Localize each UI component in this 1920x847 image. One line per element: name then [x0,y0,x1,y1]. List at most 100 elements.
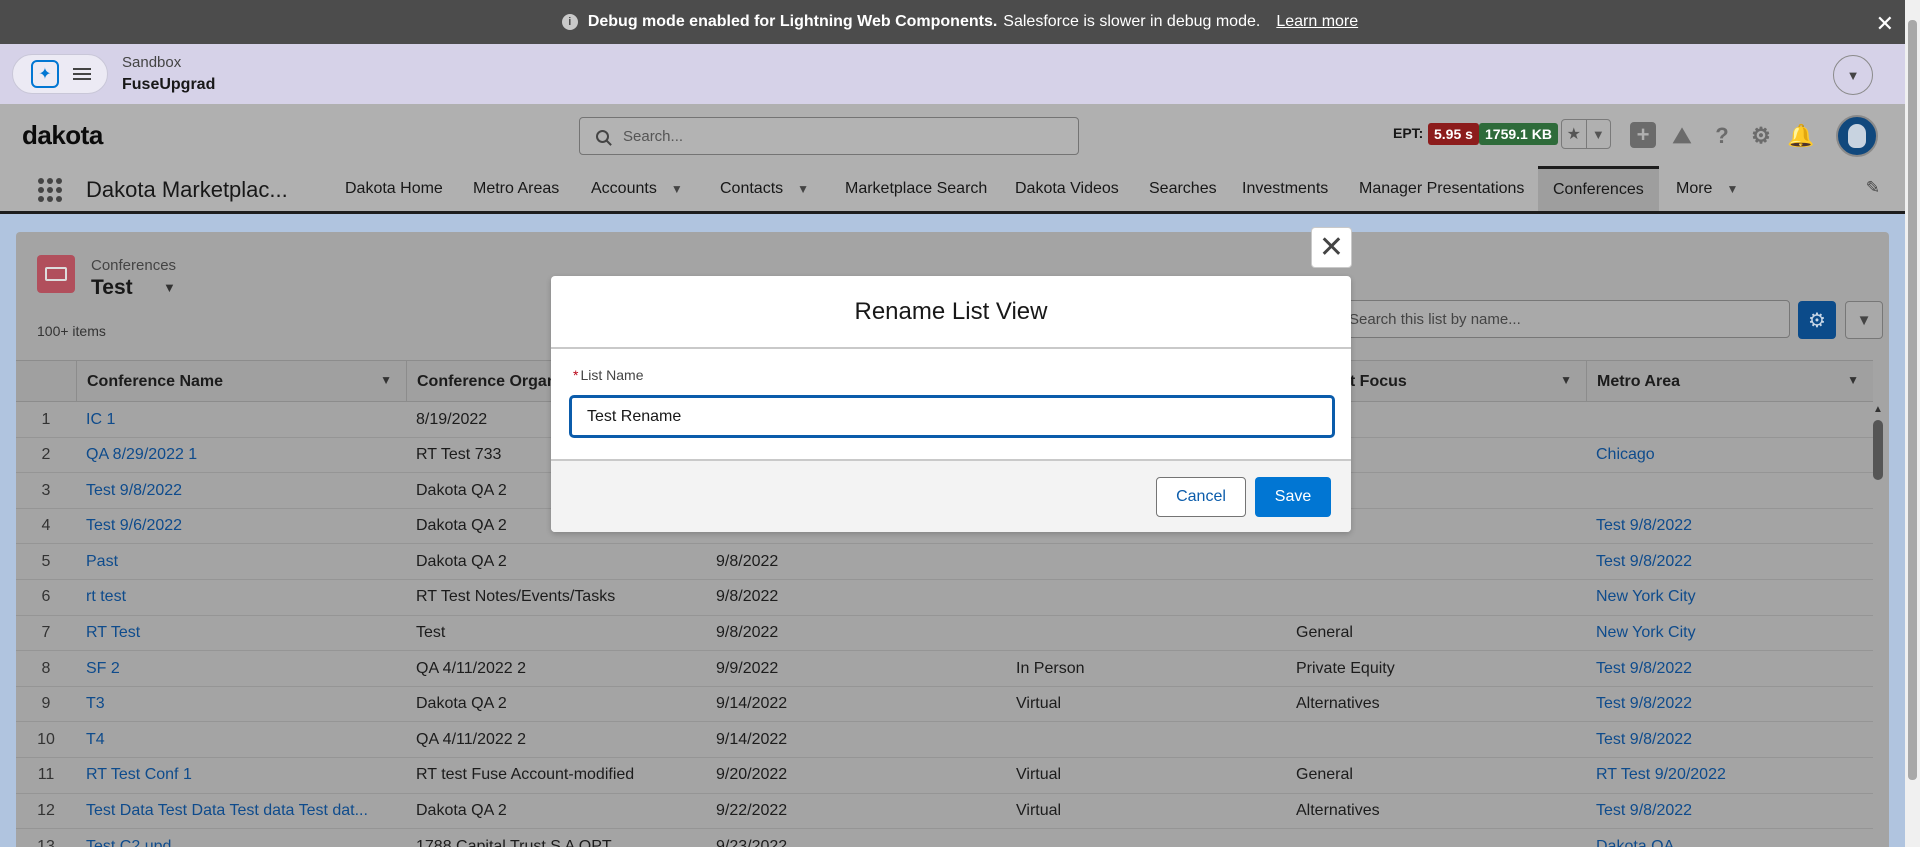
filter-button[interactable]: ▼ [1845,301,1883,339]
conference-date: 9/9/2022 [716,659,779,677]
conference-organizer: RT Test Notes/Events/Tasks [416,588,616,606]
close-icon: ✕ [1318,231,1345,264]
close-icon[interactable]: ✕ [1876,11,1894,37]
investment-focus: General [1296,624,1353,642]
star-icon[interactable]: ★ [1562,120,1587,148]
pencil-icon[interactable]: ✎ [1866,178,1880,198]
chevron-down-icon[interactable]: ▼ [1847,373,1859,387]
conference-name-link[interactable]: Test 9/8/2022 [86,473,396,508]
nav-item-searches[interactable]: Searches [1149,166,1217,211]
nav-item-label: Accounts [591,179,657,197]
chevron-down-icon[interactable]: ▼ [1587,120,1611,148]
nav-item-label: More [1676,179,1713,197]
conference-name-link[interactable]: Test 9/6/2022 [86,509,396,544]
nav-item-conferences[interactable]: Conferences [1538,166,1659,211]
metro-area-link[interactable]: RT Test 9/20/2022 [1596,758,1866,793]
favorites-group[interactable]: ★ ▼ [1561,119,1611,149]
conference-name-link[interactable]: Test Data Test Data Test data Test dat..… [86,794,396,829]
conference-name-link[interactable]: SF 2 [86,651,396,686]
nav-item-more[interactable]: More ▼ [1676,166,1738,211]
metro-area-link[interactable]: Test 9/8/2022 [1596,687,1866,722]
app-name: Dakota Marketplac... [86,177,288,202]
metro-area-link[interactable]: New York City [1596,580,1866,615]
metro-area-link[interactable]: Test 9/8/2022 [1596,722,1866,757]
list-search-input[interactable]: Search this list by name... [1328,300,1790,338]
bell-icon[interactable]: 🔔 [1787,122,1815,150]
nav-item-label: Manager Presentations [1359,179,1525,197]
conference-name-link[interactable]: rt test [86,580,396,615]
app-launcher-button[interactable]: ✦ [12,54,108,94]
conference-organizer: RT test Fuse Account-modified [416,766,635,784]
list-search-placeholder: Search this list by name... [1349,310,1521,328]
conference-name-link[interactable]: RT Test [86,616,396,651]
chevron-down-icon[interactable]: ▼ [671,182,683,196]
metro-area-link[interactable] [1596,473,1866,508]
table-row: 6 rt test RT Test Notes/Events/Tasks 9/8/20… [16,580,1873,616]
nav-item-dakota-home[interactable]: Dakota Home [345,166,443,211]
nav-item-label: Dakota Videos [1015,179,1119,197]
scrollbar-thumb[interactable] [1873,420,1883,480]
modal-close-button[interactable]: ✕ [1311,227,1352,268]
conference-name-link[interactable]: T4 [86,722,396,757]
gear-icon[interactable]: ⚙ [1747,122,1775,150]
conference-type: Virtual [1016,766,1062,784]
metro-area-link[interactable]: Test 9/8/2022 [1596,509,1866,544]
nav-item-investments[interactable]: Investments [1242,166,1328,211]
investment-focus [1296,722,1576,757]
chevron-down-icon[interactable]: ▼ [1560,373,1572,387]
list-settings-button[interactable]: ⚙ [1798,301,1836,339]
conference-name-link[interactable]: RT Test Conf 1 [86,758,396,793]
conference-name-link[interactable]: T3 [86,687,396,722]
metro-area-link[interactable] [1596,402,1866,437]
chevron-down-icon[interactable]: ▼ [163,280,176,295]
nav-item-dakota-videos[interactable]: Dakota Videos [1015,166,1119,211]
investment-focus: Alternatives [1296,695,1380,713]
scrollbar-thumb[interactable] [1908,20,1917,780]
learn-more-link[interactable]: Learn more [1276,13,1358,31]
metro-area-link[interactable]: Chicago [1596,438,1866,473]
chevron-down-icon[interactable]: ▼ [1833,55,1873,95]
hamburger-icon [73,65,91,83]
metro-area-link[interactable]: Dakota QA [1596,829,1866,847]
nav-item-accounts[interactable]: Accounts ▼ [591,166,683,211]
help-icon[interactable]: ? [1708,122,1736,150]
conference-name-link[interactable]: IC 1 [86,402,396,437]
sandbox-org-name: FuseUpgrad [122,76,216,93]
nav-item-label: Investments [1242,179,1329,197]
metro-area-link[interactable]: Test 9/8/2022 [1596,794,1866,829]
global-search-input[interactable]: Search... [579,117,1079,155]
list-name-input[interactable] [570,396,1334,437]
app-launcher-icon[interactable] [38,178,62,202]
modal-title: Rename List View [551,276,1351,349]
metro-area-link[interactable]: Test 9/8/2022 [1596,651,1866,686]
save-button[interactable]: Save [1255,477,1331,517]
chevron-down-icon[interactable]: ▼ [1726,182,1738,196]
table-row: 5 Past Dakota QA 2 9/8/2022 Test 9/8/2022 [16,544,1873,580]
table-scrollbar[interactable]: ▲ [1873,404,1883,844]
metro-area-link[interactable]: New York City [1596,616,1866,651]
trailhead-icon[interactable]: ⛰ [1668,122,1696,150]
column-header-metro-area[interactable]: Metro Area ▼ [1586,361,1873,402]
avatar[interactable] [1836,115,1878,157]
plus-icon[interactable]: + [1630,122,1656,148]
conference-name-link[interactable]: Test C2 upd [86,829,396,847]
column-header-conference-name[interactable]: Conference Name ▼ [76,361,406,402]
chevron-down-icon[interactable]: ▼ [380,373,392,387]
chevron-down-icon[interactable]: ▼ [797,182,809,196]
metro-area-link[interactable]: Test 9/8/2022 [1596,544,1866,579]
conference-name-link[interactable]: Past [86,544,396,579]
nav-item-manager-presentations[interactable]: Manager Presentations [1359,166,1524,211]
page-scrollbar[interactable] [1905,0,1920,847]
conference-organizer: QA 4/11/2022 2 [416,730,527,748]
nav-item-metro-areas[interactable]: Metro Areas [473,166,559,211]
nav-item-marketplace-search[interactable]: Marketplace Search [845,166,987,211]
sandbox-bar: ✦ Sandbox FuseUpgrad ▼ [0,44,1905,104]
conference-name-link[interactable]: QA 8/29/2022 1 [86,438,396,473]
table-row: 9 T3 Dakota QA 2 9/14/2022 Virtual Alternativ… [16,687,1873,723]
column-header-label: Conference Name [87,372,224,390]
ept-label: EPT: [1393,125,1424,141]
cancel-button[interactable]: Cancel [1156,477,1246,517]
logo: dakota [22,120,103,150]
chevron-up-icon[interactable]: ▲ [1873,404,1883,415]
nav-item-contacts[interactable]: Contacts ▼ [720,166,809,211]
